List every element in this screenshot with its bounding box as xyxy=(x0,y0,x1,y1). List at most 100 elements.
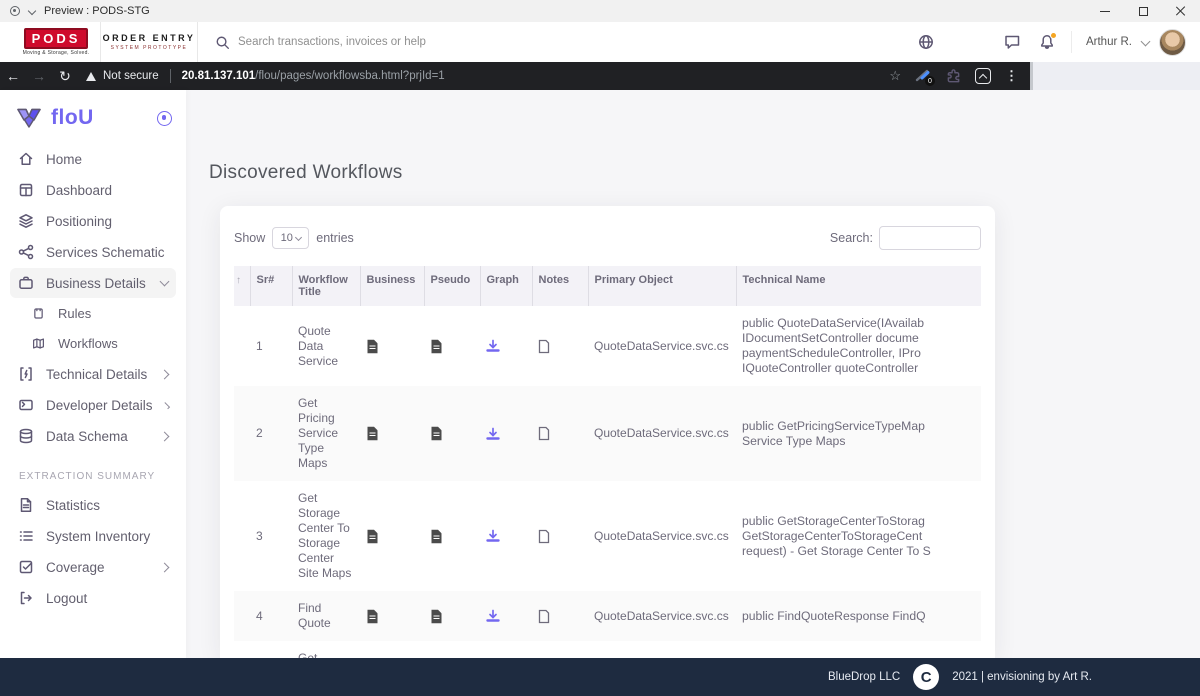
pseudo-doc-icon[interactable] xyxy=(430,529,474,544)
sidebar-item-dashboard[interactable]: Dashboard xyxy=(10,175,176,205)
sidebar-item-home[interactable]: Home xyxy=(10,144,176,174)
pseudo-doc-icon[interactable] xyxy=(430,339,474,354)
column-header-sr[interactable]: Sr# xyxy=(250,266,292,306)
sidebar-item-coverage[interactable]: Coverage xyxy=(10,552,176,582)
cell-primary-object: QuoteDataService.svc.cs xyxy=(588,591,736,641)
sidebar-item-data-schema[interactable]: Data Schema xyxy=(10,421,176,451)
sidebar-section-label: EXTRACTION SUMMARY xyxy=(19,471,176,482)
security-label[interactable]: Not secure xyxy=(103,70,159,82)
column-header-workflow-title[interactable]: Workflow Title xyxy=(292,266,360,306)
bookmark-star-icon[interactable]: ☆ xyxy=(889,68,901,84)
close-button[interactable] xyxy=(1162,0,1200,22)
sidebar-item-statistics[interactable]: Statistics xyxy=(10,490,176,520)
column-header-graph[interactable]: Graph xyxy=(480,266,532,306)
pseudo-doc-icon[interactable] xyxy=(430,426,474,441)
workflows-table: ↑ Sr# Workflow Title Business Pseudo Gra… xyxy=(234,266,981,658)
tab-chevron-icon[interactable] xyxy=(28,7,36,15)
table-search-input[interactable] xyxy=(879,226,981,250)
sidebar-item-technical-details[interactable]: Technical Details xyxy=(10,359,176,389)
extension-badge: 0 xyxy=(925,76,935,86)
header-divider xyxy=(197,22,198,62)
browser-reload-button[interactable]: ↻ xyxy=(52,68,78,85)
sidebar-item-logout[interactable]: Logout xyxy=(10,583,176,613)
sidebar-collapse-toggle-icon[interactable] xyxy=(157,111,172,126)
order-entry-block: ORDER ENTRY SYSTEM PROTOTYPE xyxy=(101,33,197,51)
user-menu-chevron-icon[interactable] xyxy=(1141,36,1151,46)
sort-column-header[interactable]: ↑ xyxy=(234,266,250,306)
browser-back-button[interactable]: ← xyxy=(0,68,26,84)
briefcase-icon xyxy=(18,275,34,291)
chat-icon[interactable] xyxy=(1004,34,1021,50)
home-icon xyxy=(18,151,34,167)
footer: BlueDrop LLC C 2021 | envisioning by Art… xyxy=(0,658,1200,696)
user-name[interactable]: Arthur R. xyxy=(1086,36,1132,48)
terminal-icon xyxy=(18,397,34,413)
url-field[interactable]: Not secure 20.81.137.101/flou/pages/work… xyxy=(86,69,445,83)
entries-label: entries xyxy=(316,231,354,245)
chevron-down-icon xyxy=(160,277,170,287)
global-search[interactable]: Search transactions, invoices or help xyxy=(214,35,426,50)
globe-icon[interactable] xyxy=(918,34,934,50)
url-path: /flou/pages/workflowsba.html?prjId=1 xyxy=(255,70,445,82)
notes-icon[interactable] xyxy=(538,426,582,441)
notifications-bell-icon[interactable] xyxy=(1039,34,1055,50)
cell-technical-name: public GetServiceCodeServiceSta GetServi… xyxy=(736,641,981,658)
header-divider xyxy=(1071,31,1072,53)
flou-logo-icon xyxy=(16,108,42,128)
notes-icon[interactable] xyxy=(538,609,582,624)
minimize-button[interactable] xyxy=(1086,0,1124,22)
column-header-pseudo[interactable]: Pseudo xyxy=(424,266,480,306)
column-header-technical-name[interactable]: Technical Name xyxy=(736,266,981,306)
database-icon xyxy=(18,428,34,444)
map-icon xyxy=(30,337,46,350)
business-doc-icon[interactable] xyxy=(366,529,418,544)
cell-technical-name: public QuoteDataService(IAvailab IDocume… xyxy=(736,306,981,386)
page-body: floU Home Dashboard Positioning Services… xyxy=(0,90,1200,658)
browser-profile-icon[interactable] xyxy=(975,68,991,84)
sort-icon: ↑ xyxy=(236,275,241,286)
window-controls xyxy=(1086,0,1200,22)
business-doc-icon[interactable] xyxy=(366,339,418,354)
graph-download-icon[interactable] xyxy=(486,427,526,441)
browser-menu-icon[interactable]: ⋮ xyxy=(1005,68,1018,84)
sidebar-item-developer-details[interactable]: Developer Details xyxy=(10,390,176,420)
cell-workflow-title: Quote Data Service xyxy=(292,306,360,386)
sidebar-item-positioning[interactable]: Positioning xyxy=(10,206,176,236)
select-chevron-icon xyxy=(295,233,302,240)
notes-icon[interactable] xyxy=(538,339,582,354)
sidebar-item-rules[interactable]: Rules xyxy=(10,299,176,328)
chevron-right-icon xyxy=(160,431,170,441)
table-row: 5 Get Service Code Service Stage QuoteDa… xyxy=(234,641,981,658)
sidebar-item-services-schematic[interactable]: Services Schematic xyxy=(10,237,176,267)
table-row: 4 Find Quote QuoteDataService.svc.cs pub… xyxy=(234,591,981,641)
not-secure-warning-icon xyxy=(86,72,96,81)
cell-workflow-title: Get Pricing Service Type Maps xyxy=(292,386,360,481)
column-header-notes[interactable]: Notes xyxy=(532,266,588,306)
search-icon xyxy=(214,35,230,50)
cell-workflow-title: Get Service Code Service Stage xyxy=(292,641,360,658)
pseudo-doc-icon[interactable] xyxy=(430,609,474,624)
sidebar-item-system-inventory[interactable]: System Inventory xyxy=(10,521,176,551)
cell-sr: 3 xyxy=(250,481,292,591)
business-doc-icon[interactable] xyxy=(366,609,418,624)
graph-download-icon[interactable] xyxy=(486,529,526,543)
graph-download-icon[interactable] xyxy=(486,339,526,353)
user-avatar[interactable] xyxy=(1159,29,1186,56)
search-placeholder: Search transactions, invoices or help xyxy=(238,36,426,48)
sidebar-item-business-details[interactable]: Business Details xyxy=(10,268,176,298)
show-label: Show xyxy=(234,231,265,245)
cell-sr: 5 xyxy=(250,641,292,658)
proxy-extension-icon[interactable]: 0 xyxy=(915,69,931,83)
layers-icon xyxy=(18,213,34,229)
notes-icon[interactable] xyxy=(538,529,582,544)
column-header-primary-object[interactable]: Primary Object xyxy=(588,266,736,306)
cell-technical-name: public GetStorageCenterToStorag GetStora… xyxy=(736,481,981,591)
column-header-business[interactable]: Business xyxy=(360,266,424,306)
maximize-button[interactable] xyxy=(1124,0,1162,22)
page-size-select[interactable]: 10 xyxy=(272,227,309,249)
extensions-puzzle-icon[interactable] xyxy=(945,69,961,84)
graph-download-icon[interactable] xyxy=(486,609,526,623)
business-doc-icon[interactable] xyxy=(366,426,418,441)
sidebar-item-workflows[interactable]: Workflows xyxy=(10,329,176,358)
browser-forward-button[interactable]: → xyxy=(26,68,52,84)
